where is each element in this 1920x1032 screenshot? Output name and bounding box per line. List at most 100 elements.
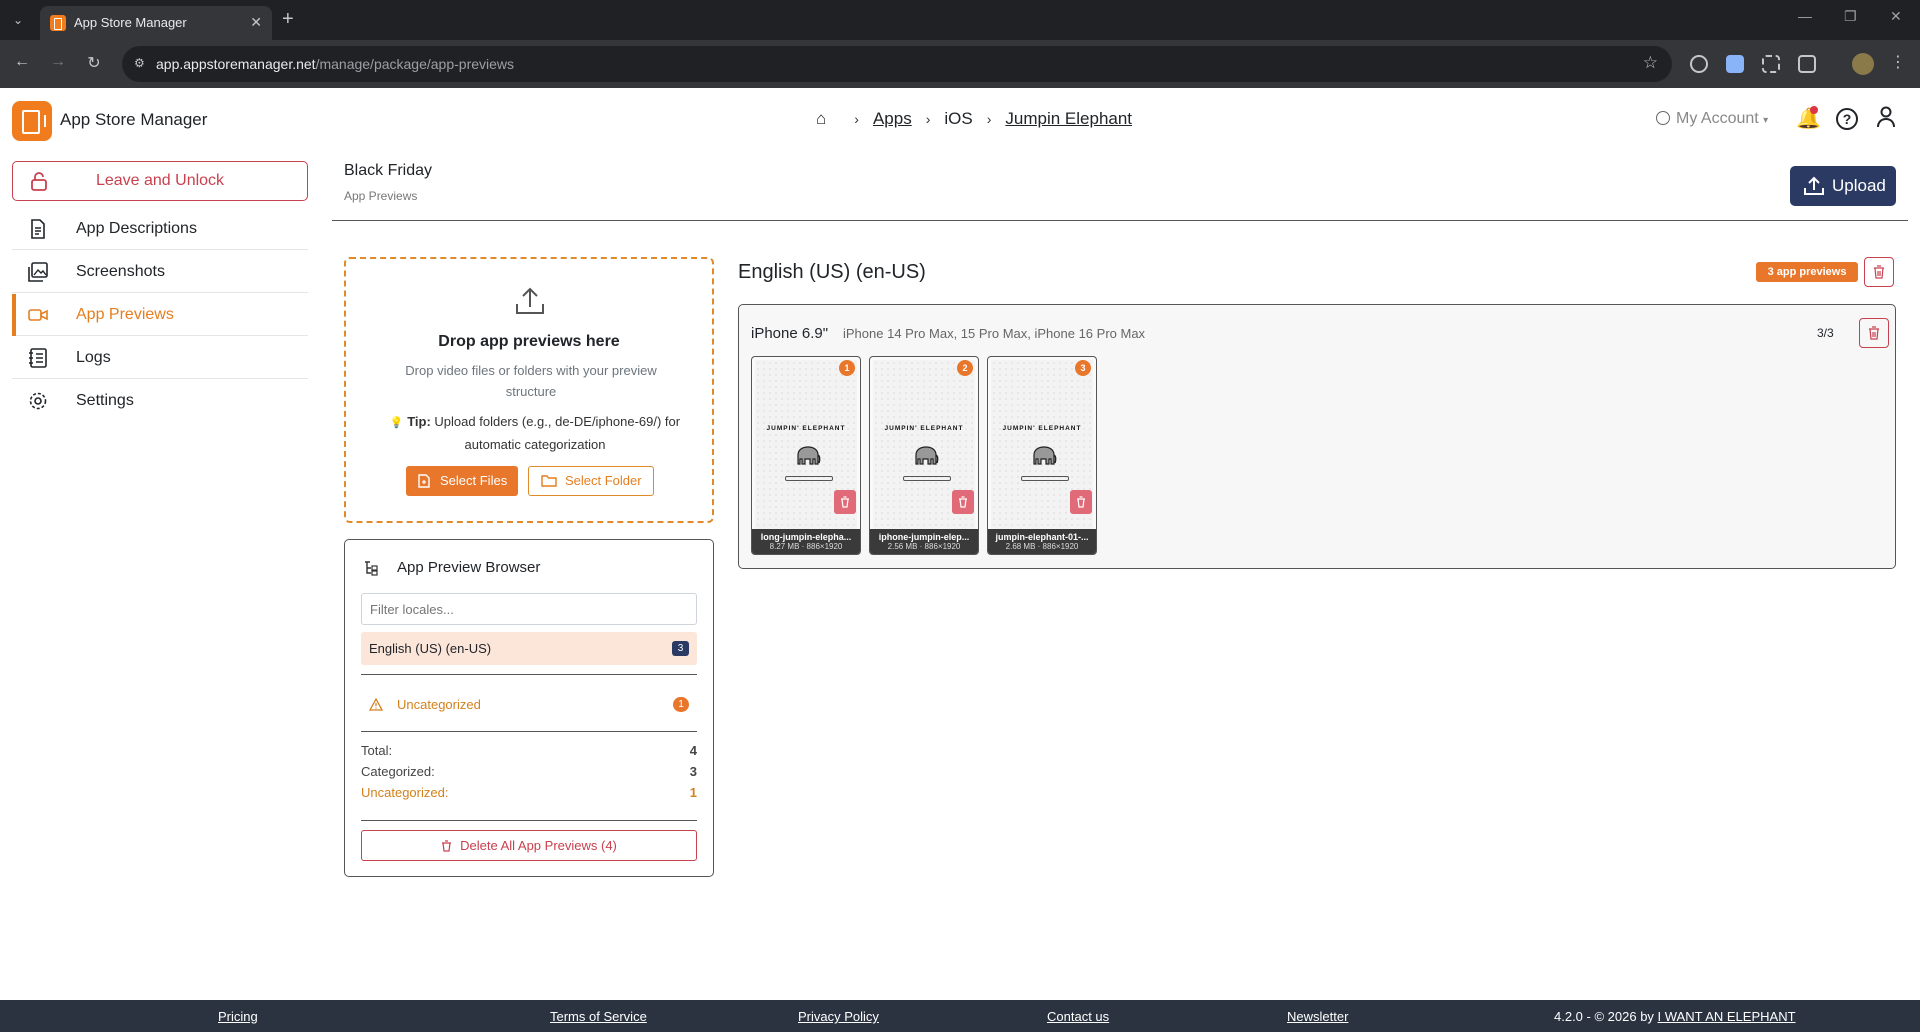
- forward-icon[interactable]: →: [48, 53, 68, 71]
- stat-label: Uncategorized:: [361, 785, 449, 800]
- tree-icon: [365, 561, 378, 576]
- footer-link-pricing[interactable]: Pricing: [218, 1009, 258, 1024]
- device-models: iPhone 14 Pro Max, 15 Pro Max, iPhone 16…: [843, 326, 1146, 341]
- filter-locales-input[interactable]: [361, 593, 697, 625]
- sidebar-item-label: Logs: [76, 349, 111, 366]
- sidebar-item-label: Settings: [76, 392, 134, 409]
- divider: [361, 731, 697, 732]
- reload-icon[interactable]: ↻: [84, 53, 104, 73]
- back-icon[interactable]: ←: [12, 53, 32, 71]
- sidebar-item-settings[interactable]: Settings: [12, 380, 308, 422]
- footer-link-terms[interactable]: Terms of Service: [550, 1009, 647, 1024]
- browser-menu-icon[interactable]: ⋮: [1890, 52, 1906, 72]
- select-folder-button[interactable]: Select Folder: [528, 466, 654, 496]
- tab-search-icon[interactable]: ⌄: [8, 10, 28, 30]
- locale-item-en-us[interactable]: English (US) (en-US) 3: [361, 632, 697, 665]
- my-account-label: My Account: [1676, 110, 1759, 127]
- sidebar-item-app-previews[interactable]: App Previews: [12, 294, 308, 336]
- trash-icon: [959, 496, 967, 508]
- tab-close-icon[interactable]: ✕: [250, 14, 262, 31]
- preview-progress-bar: [785, 476, 833, 481]
- preview-thumbnail[interactable]: JUMPIN' ELEPHANT 2 iphone-jumpin-elep...…: [869, 356, 979, 555]
- close-window-icon[interactable]: ✕: [1890, 8, 1902, 25]
- sidebar-item-logs[interactable]: Logs: [12, 337, 308, 379]
- upload-label: Upload: [1832, 176, 1886, 195]
- home-icon[interactable]: ⌂: [816, 109, 826, 129]
- footer: Pricing Terms of Service Privacy Policy …: [0, 1000, 1920, 1032]
- preview-caption: jumpin-elephant-01-... 2.68 MB · 886×192…: [988, 529, 1096, 554]
- uncategorized-label: Uncategorized: [397, 697, 481, 712]
- preview-thumbnail[interactable]: JUMPIN' ELEPHANT 3 jumpin-elephant-01-..…: [987, 356, 1097, 555]
- page-title: Black Friday: [344, 162, 433, 179]
- elephant-icon: [1033, 446, 1057, 465]
- video-camera-icon: [28, 309, 48, 321]
- stat-label: Total:: [361, 743, 393, 758]
- uncategorized-item[interactable]: Uncategorized 1: [361, 690, 697, 718]
- elephant-icon: [797, 446, 821, 465]
- sidebar-item-label: App Previews: [76, 306, 174, 323]
- my-account-dropdown[interactable]: My Account ▾: [1656, 110, 1768, 128]
- footer-version: 4.2.0 - © 2026 by I WANT AN ELEPHANT: [1554, 1009, 1796, 1024]
- extension-screen-icon[interactable]: [1726, 55, 1744, 73]
- notification-dot: [1810, 106, 1818, 114]
- bookmark-star-icon[interactable]: ☆: [1643, 53, 1658, 73]
- address-bar: ← → ↻ ⚙ app.appstoremanager.net/manage/p…: [0, 40, 1920, 88]
- folder-icon: [541, 475, 557, 487]
- extension-g-icon[interactable]: [1690, 55, 1708, 73]
- breadcrumb-ios: iOS: [944, 109, 973, 128]
- extension-crop-icon[interactable]: [1762, 55, 1780, 73]
- sidebar-item-screenshots[interactable]: Screenshots: [12, 251, 308, 293]
- preview-order-badge: 2: [957, 360, 973, 376]
- new-tab-icon[interactable]: +: [282, 8, 294, 30]
- file-icon: [418, 474, 430, 488]
- upload-icon: [1804, 176, 1824, 195]
- delete-preview-button[interactable]: [834, 490, 856, 514]
- site-info-icon[interactable]: ⚙: [134, 56, 150, 72]
- tip-text: Upload folders (e.g., de-DE/iphone-69/) …: [434, 414, 681, 452]
- preview-meta: 2.68 MB · 886×1920: [1005, 542, 1079, 551]
- brand-name[interactable]: App Store Manager: [60, 110, 207, 130]
- upload-button[interactable]: Upload: [1790, 166, 1896, 206]
- footer-link-company[interactable]: I WANT AN ELEPHANT: [1658, 1009, 1796, 1024]
- preview-progress-bar: [903, 476, 951, 481]
- app-logo-icon[interactable]: [12, 101, 52, 141]
- url-input[interactable]: ⚙ app.appstoremanager.net/manage/package…: [122, 46, 1672, 82]
- divider: [361, 674, 697, 675]
- upload-icon: [516, 287, 544, 314]
- document-icon: [31, 219, 45, 239]
- footer-link-contact[interactable]: Contact us: [1047, 1009, 1109, 1024]
- drop-zone-tip: 💡 Tip: Upload folders (e.g., de-DE/iphon…: [370, 411, 700, 455]
- user-icon: [1656, 111, 1670, 125]
- select-files-button[interactable]: Select Files: [406, 466, 518, 496]
- select-folder-label: Select Folder: [565, 473, 642, 488]
- restore-icon[interactable]: ❐: [1844, 8, 1857, 25]
- help-icon[interactable]: ?: [1836, 108, 1858, 130]
- footer-link-newsletter[interactable]: Newsletter: [1287, 1009, 1348, 1024]
- browser-tab[interactable]: App Store Manager ✕: [40, 6, 272, 40]
- caret-down-icon: ▾: [1763, 115, 1769, 126]
- delete-preview-button[interactable]: [1070, 490, 1092, 514]
- preview-thumbnail[interactable]: JUMPIN' ELEPHANT 1 long-jumpin-elepha...…: [751, 356, 861, 555]
- delete-locale-button[interactable]: [1864, 257, 1894, 287]
- trash-icon: [1874, 265, 1884, 279]
- drop-zone[interactable]: Drop app previews here Drop video files …: [344, 257, 714, 523]
- breadcrumb-app-name[interactable]: Jumpin Elephant: [1005, 109, 1132, 129]
- delete-preview-button[interactable]: [952, 490, 974, 514]
- sidebar-item-app-descriptions[interactable]: App Descriptions: [12, 208, 308, 250]
- select-files-label: Select Files: [440, 473, 508, 488]
- preview-brand: JUMPIN' ELEPHANT: [766, 425, 846, 432]
- profile-icon[interactable]: [1876, 106, 1896, 134]
- extensions-puzzle-icon[interactable]: [1798, 55, 1816, 73]
- delete-device-group-button[interactable]: [1859, 318, 1889, 348]
- profile-avatar-icon[interactable]: [1852, 53, 1874, 75]
- breadcrumb: ⌂ › Apps › iOS › Jumpin Elephant: [816, 109, 1132, 129]
- footer-link-privacy[interactable]: Privacy Policy: [798, 1009, 879, 1024]
- delete-all-previews-button[interactable]: Delete All App Previews (4): [361, 830, 697, 861]
- breadcrumb-apps[interactable]: Apps: [873, 109, 912, 129]
- device-preview-count: 3/3: [1817, 326, 1834, 340]
- leave-and-unlock-button[interactable]: Leave and Unlock: [12, 161, 308, 201]
- locale-label: English (US) (en-US): [369, 641, 492, 656]
- preview-brand: JUMPIN' ELEPHANT: [1002, 425, 1082, 432]
- drop-zone-title: Drop app previews here: [438, 333, 620, 350]
- minimize-icon[interactable]: —: [1798, 8, 1812, 24]
